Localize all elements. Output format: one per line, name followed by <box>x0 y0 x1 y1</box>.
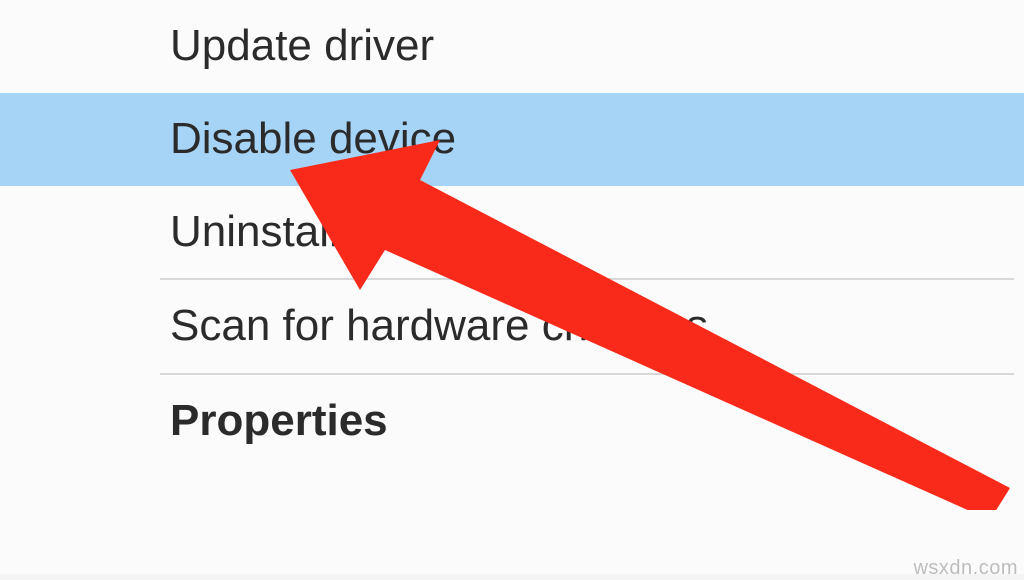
menu-item-label: Scan for hardware changes <box>170 301 708 350</box>
menu-item-label: Disable device <box>170 114 456 163</box>
watermark-text: wsxdn.com <box>913 557 1018 580</box>
menu-item-update-driver[interactable]: Update driver <box>0 0 1024 93</box>
context-menu: Update driver Disable device Uninstall d… <box>0 0 1024 574</box>
menu-item-label: Update driver <box>170 21 434 70</box>
menu-item-label: Properties <box>170 396 388 445</box>
menu-item-label: Uninstall device <box>170 207 478 256</box>
menu-item-properties[interactable]: Properties <box>0 375 1024 468</box>
menu-item-scan-hardware[interactable]: Scan for hardware changes <box>0 280 1024 373</box>
menu-item-uninstall-device[interactable]: Uninstall device <box>0 186 1024 279</box>
menu-item-disable-device[interactable]: Disable device <box>0 93 1024 186</box>
